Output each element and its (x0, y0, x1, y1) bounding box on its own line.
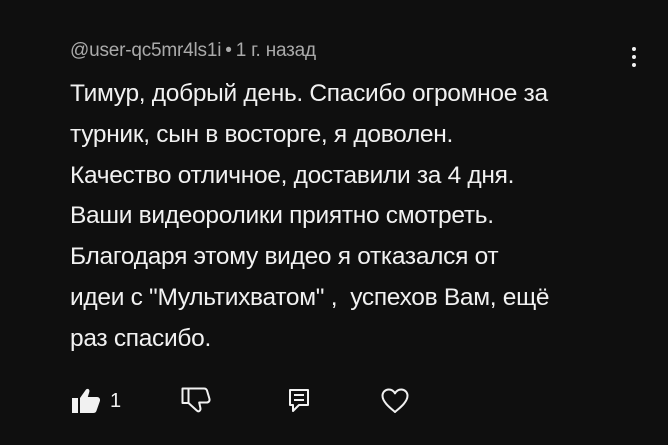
reply-icon (288, 388, 310, 414)
comment-text-line: Ваши видеоролики приятно смотреть. (70, 202, 494, 230)
comment: @user-qc5mr4ls1i • 1 г. назад Тимур, добры… (70, 38, 640, 360)
thumbs-down-icon (180, 386, 212, 416)
heart-icon (380, 387, 410, 415)
more-actions-button[interactable] (622, 42, 646, 72)
meta-separator: • (225, 40, 232, 61)
comment-timestamp[interactable]: 1 г. назад (236, 40, 316, 61)
more-dot (632, 63, 636, 67)
heart-button[interactable] (380, 384, 410, 418)
more-dot (632, 55, 636, 59)
more-dot (632, 47, 636, 51)
comment-text-line: Благодаря этому видео я отказался от (70, 243, 499, 271)
comment-author[interactable]: @user-qc5mr4ls1i (70, 40, 221, 61)
reply-button[interactable] (288, 384, 310, 418)
comment-text-line: Тимур, добрый день. Спасибо огромное за (70, 80, 548, 107)
comment-text-line: раз спасибо. (70, 324, 211, 352)
comment-text-line: турник, сын в восторге, я доволен. (70, 120, 453, 148)
comment-text-line: идеи с "Мультихватом" , успехов Вам, ещё (70, 283, 550, 311)
comment-text: Тимур, добрый день. Спасибо огромное за … (70, 74, 640, 360)
comment-header: @user-qc5mr4ls1i • 1 г. назад (70, 38, 640, 64)
comment-text-line: Качество отличное, доставили за 4 дня. (70, 161, 515, 189)
dislike-button[interactable] (180, 384, 212, 418)
like-button[interactable]: 1 (70, 384, 121, 418)
like-count: 1 (110, 389, 122, 412)
thumbs-up-icon (70, 387, 102, 415)
